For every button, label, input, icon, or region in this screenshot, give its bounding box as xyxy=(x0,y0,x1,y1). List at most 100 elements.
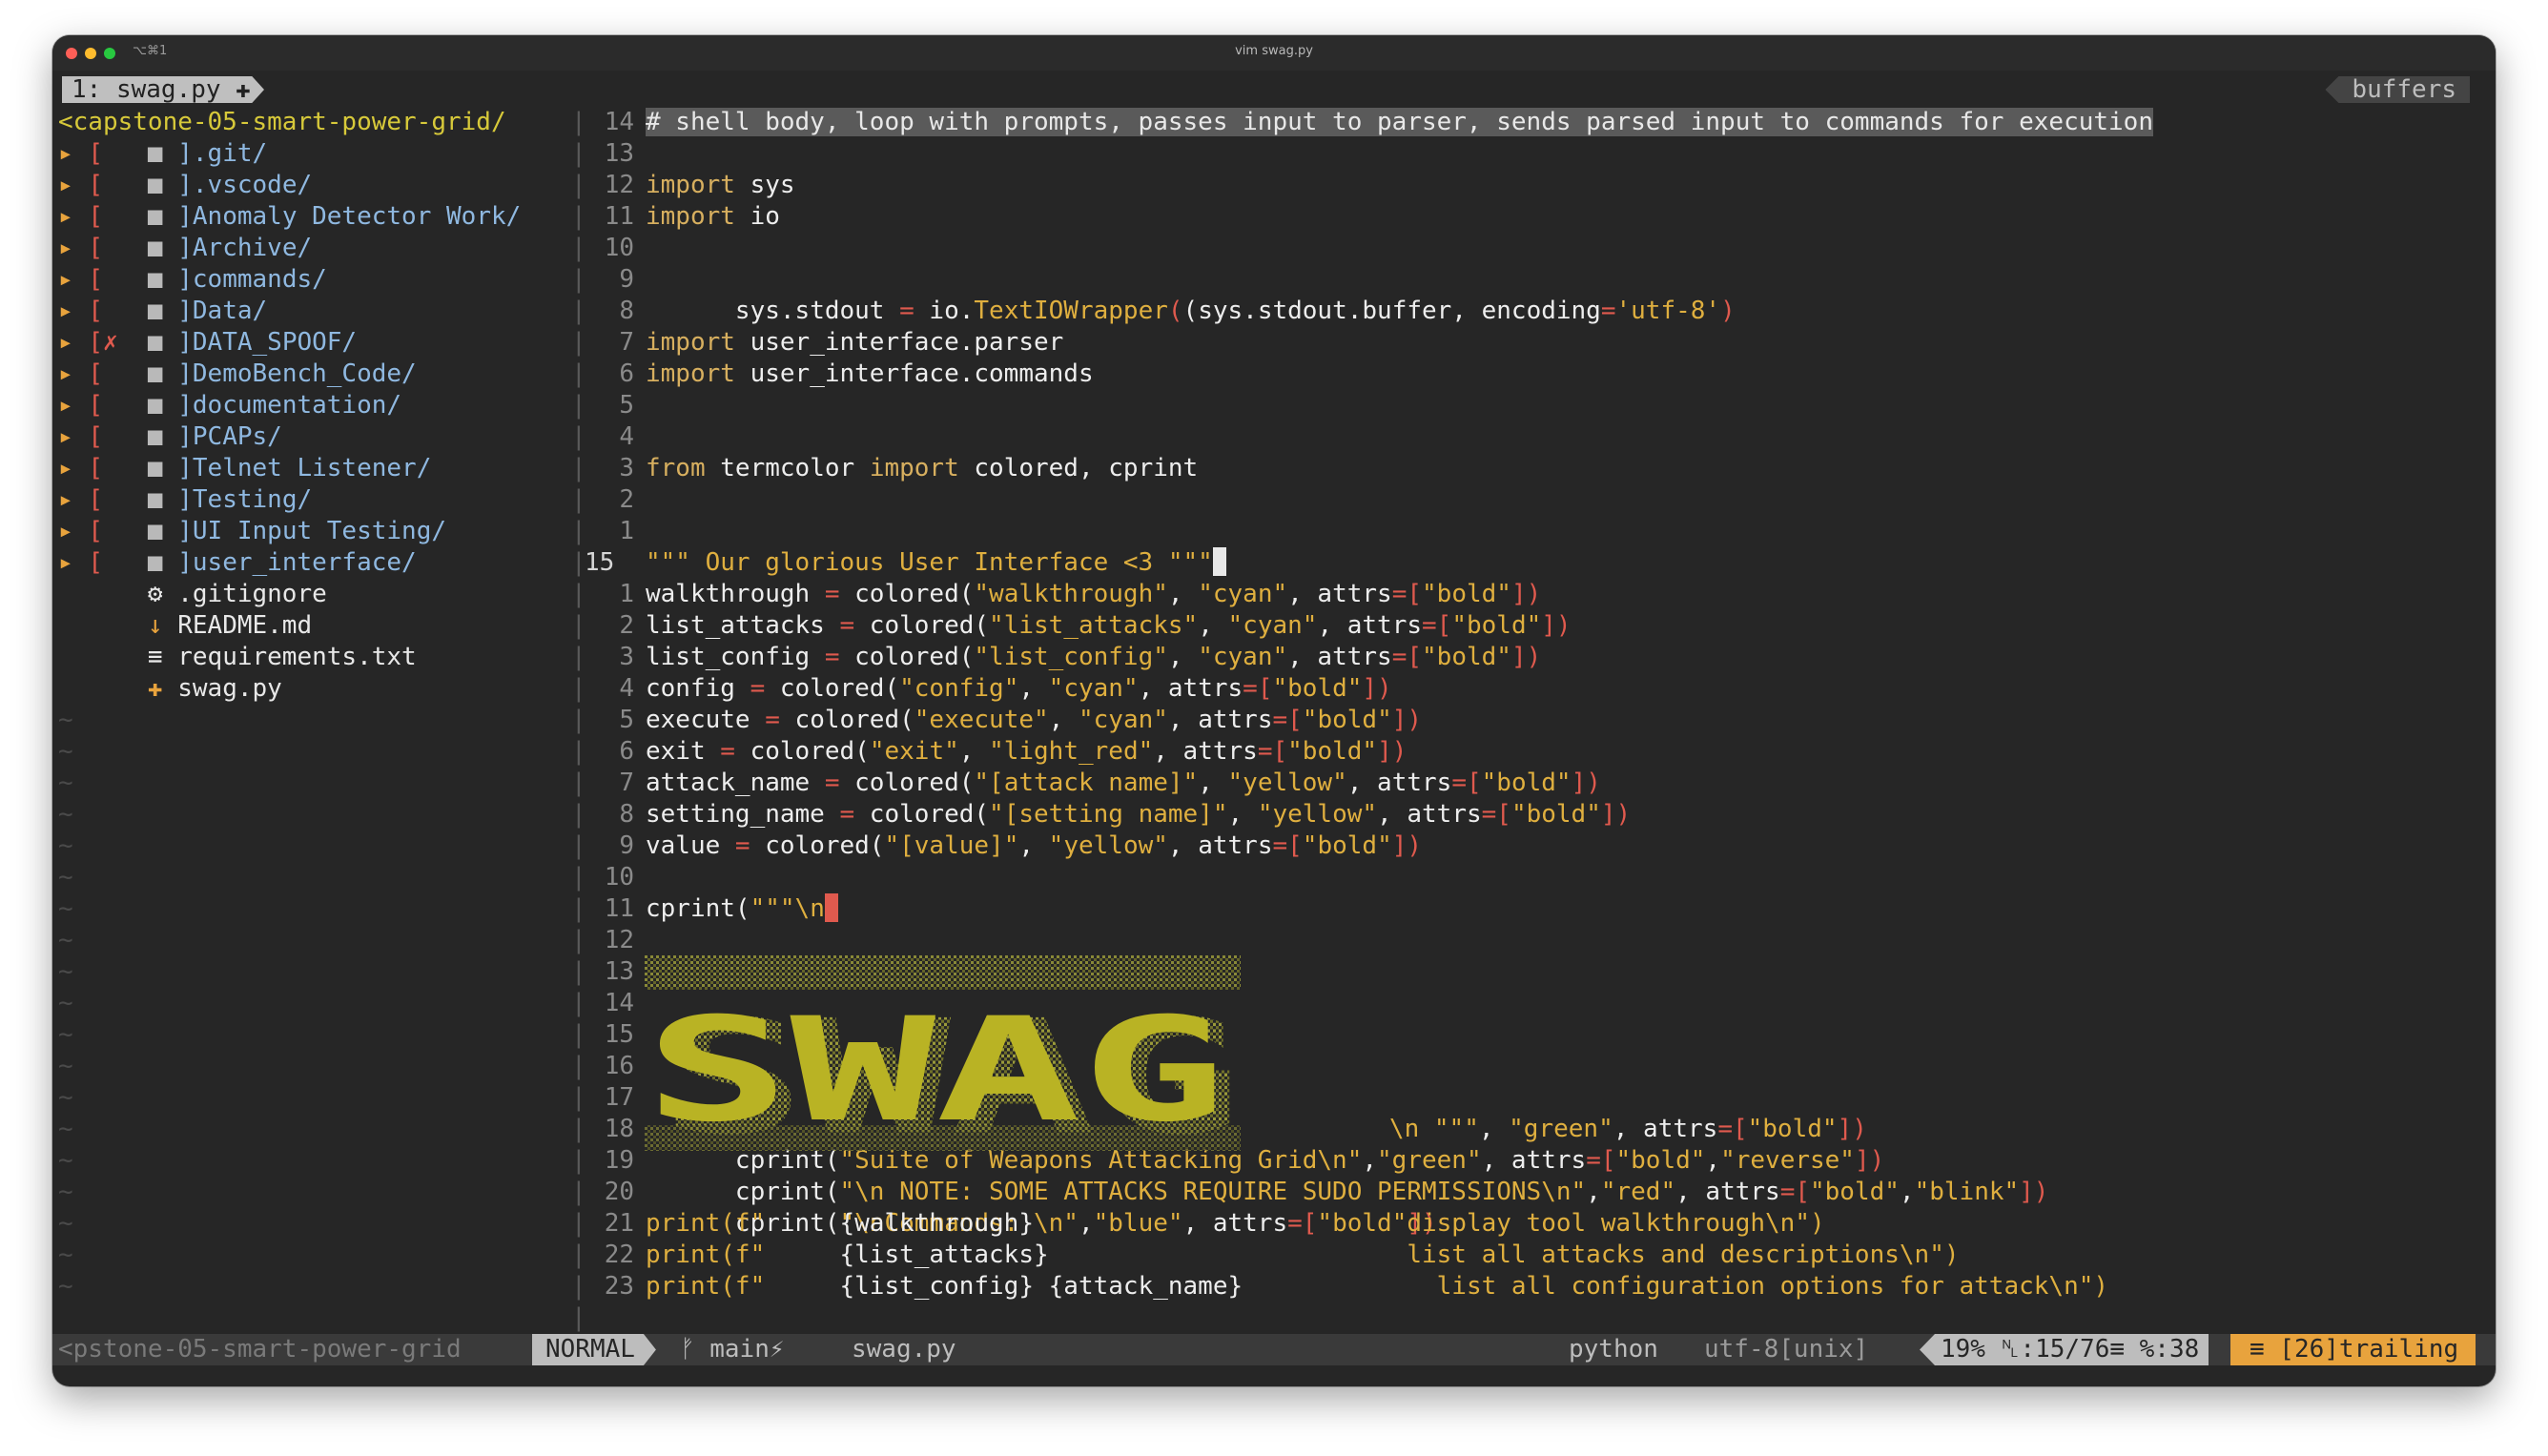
folder-icon: ■ xyxy=(117,548,178,577)
tree-file-item[interactable]: ✚ swag.py xyxy=(58,673,282,705)
filetype: python xyxy=(1569,1335,1658,1364)
tree-status: <pstone-05-smart-power-grid xyxy=(58,1335,462,1364)
buffers-label: buffers xyxy=(2325,76,2470,103)
line-number: 3 xyxy=(619,454,634,482)
tree-dir-item[interactable]: ▸ [ ■ ]user_interface/ xyxy=(58,547,417,579)
code-line: setting_name = colored("[setting name]",… xyxy=(646,800,1632,829)
tree-dir-item[interactable]: ▸ [ ■ ]Testing/ xyxy=(58,484,312,516)
line-number: 9 xyxy=(619,831,634,860)
empty-line-marker: ~ xyxy=(58,831,73,860)
tree-dir-item[interactable]: ▸ [ ■ ]Telnet Listener/ xyxy=(58,453,431,484)
line-number: 15 xyxy=(585,548,615,577)
code-line: import user_interface.commands xyxy=(646,359,1094,388)
code-line: attack_name = colored("[attack name]", "… xyxy=(646,769,1601,797)
code-line: config = colored("config", "cyan", attrs… xyxy=(646,674,1392,703)
code-line: print(f" {list_config} {attack_name} lis… xyxy=(646,1272,2109,1301)
file-icon xyxy=(58,611,148,640)
folder-icon: ■ xyxy=(117,234,178,262)
line-number: 9 xyxy=(619,265,634,294)
tree-dir-item[interactable]: ▸ [ ■ ]UI Input Testing/ xyxy=(58,516,446,547)
line-number: 5 xyxy=(619,391,634,420)
empty-line-marker: ~ xyxy=(58,1052,73,1080)
folder-icon: ■ xyxy=(117,359,178,388)
tree-root[interactable]: <capstone-05-smart-power-grid/ xyxy=(58,107,506,138)
line-number: 14 xyxy=(604,108,634,136)
code-line: print(f" {walkthrough} display tool walk… xyxy=(646,1209,1825,1238)
line-number: 4 xyxy=(619,674,634,703)
line-number: 23 xyxy=(604,1272,634,1301)
tree-file-item[interactable]: ⚙ .gitignore xyxy=(58,579,327,610)
line-number: 11 xyxy=(604,894,634,923)
line-number: 12 xyxy=(604,171,634,199)
file-icon xyxy=(58,674,148,703)
trailing-whitespace-warning: ≡ [26]trailing xyxy=(2230,1334,2476,1365)
line-number: 16 xyxy=(604,1052,634,1080)
tree-dir-item[interactable]: ▸ [ ■ ]commands/ xyxy=(58,264,327,296)
tree-dir-item[interactable]: ▸ [ ■ ]PCAPs/ xyxy=(58,421,282,453)
title-bar: ⌥⌘1 vim swag.py xyxy=(52,35,2496,71)
line-number: 1 xyxy=(619,580,634,608)
code-line: print(f" {list_attacks} list all attacks… xyxy=(646,1241,1960,1269)
code-line: list_config = colored("list_config", "cy… xyxy=(646,643,1542,671)
line-number: 10 xyxy=(604,234,634,262)
folder-icon: ■ xyxy=(117,517,178,545)
line-number: 13 xyxy=(604,139,634,168)
line-number: 8 xyxy=(619,800,634,829)
folder-icon: ■ xyxy=(117,454,178,482)
empty-line-marker: ~ xyxy=(58,957,73,986)
folder-icon: ■ xyxy=(117,202,178,231)
empty-line-marker: ~ xyxy=(58,989,73,1017)
empty-line-marker: ~ xyxy=(58,706,73,734)
status-line: <pstone-05-smart-power-grid NORMAL ᚠ mai… xyxy=(52,1334,2496,1365)
empty-line-marker: ~ xyxy=(58,1083,73,1112)
tree-file-item[interactable]: ↓ README.md xyxy=(58,610,312,642)
tree-dir-item[interactable]: ▸ [ ■ ].git/ xyxy=(58,138,267,170)
code-line: list_attacks = colored("list_attacks", "… xyxy=(646,611,1572,640)
tree-dir-item[interactable]: ▸ [ ■ ]Data/ xyxy=(58,296,267,327)
line-number: 13 xyxy=(604,957,634,986)
tree-dir-item[interactable]: ▸ [✗ ■ ]DATA_SPOOF/ xyxy=(58,327,357,359)
line-number: 5 xyxy=(619,706,634,734)
tree-dir-item[interactable]: ▸ [ ■ ]DemoBench_Code/ xyxy=(58,359,417,390)
folder-icon: ■ xyxy=(117,171,178,199)
tree-dir-item[interactable]: ▸ [ ■ ]documentation/ xyxy=(58,390,401,421)
tree-dir-item[interactable]: ▸ [ ■ ]Anomaly Detector Work/ xyxy=(58,201,521,233)
code-line: exit = colored("exit", "light_red", attr… xyxy=(646,737,1408,766)
empty-line-marker: ~ xyxy=(58,769,73,797)
empty-line-marker: ~ xyxy=(58,863,73,892)
line-number: 7 xyxy=(619,328,634,357)
folder-icon: ■ xyxy=(117,265,178,294)
empty-line-marker: ~ xyxy=(58,926,73,954)
empty-line-marker: ~ xyxy=(58,894,73,923)
line-number: 4 xyxy=(619,422,634,451)
line-number: 17 xyxy=(604,1083,634,1112)
folder-icon: ■ xyxy=(117,139,178,168)
line-number: 2 xyxy=(619,611,634,640)
line-number: 19 xyxy=(604,1146,634,1175)
code-line: import io xyxy=(646,202,780,231)
tree-file-item[interactable]: ≡ requirements.txt xyxy=(58,642,417,673)
line-number: 14 xyxy=(604,989,634,1017)
line-number: 6 xyxy=(619,737,634,766)
empty-line-marker: ~ xyxy=(58,1209,73,1238)
terminal-window: ⌥⌘1 vim swag.py 1: swag.py ✚ buffers <ca… xyxy=(52,35,2496,1386)
code-line: from termcolor import colored, cprint xyxy=(646,454,1199,482)
line-number: 1 xyxy=(619,517,634,545)
cursor xyxy=(1212,547,1226,576)
line-number: 12 xyxy=(604,926,634,954)
tree-dir-item[interactable]: ▸ [ ■ ].vscode/ xyxy=(58,170,312,201)
empty-line-marker: ~ xyxy=(58,737,73,766)
line-number: 2 xyxy=(619,485,634,514)
empty-line-marker: ~ xyxy=(58,1146,73,1175)
tree-dir-item[interactable]: ▸ [ ■ ]Archive/ xyxy=(58,233,312,264)
swag-ascii-art: SWAG SWAG xyxy=(645,955,1241,1151)
empty-line-marker: ~ xyxy=(58,1241,73,1269)
code-line: value = colored("[value]", "yellow", att… xyxy=(646,831,1423,860)
line-number: 6 xyxy=(619,359,634,388)
buffer-tab-swag[interactable]: 1: swag.py ✚ xyxy=(62,76,264,103)
code-line: import sys xyxy=(646,171,795,199)
folder-icon: ■ xyxy=(117,485,178,514)
folder-icon: ■ xyxy=(117,297,178,325)
git-branch: ᚠ main⚡ xyxy=(680,1335,785,1364)
empty-line-marker: ~ xyxy=(58,1178,73,1206)
